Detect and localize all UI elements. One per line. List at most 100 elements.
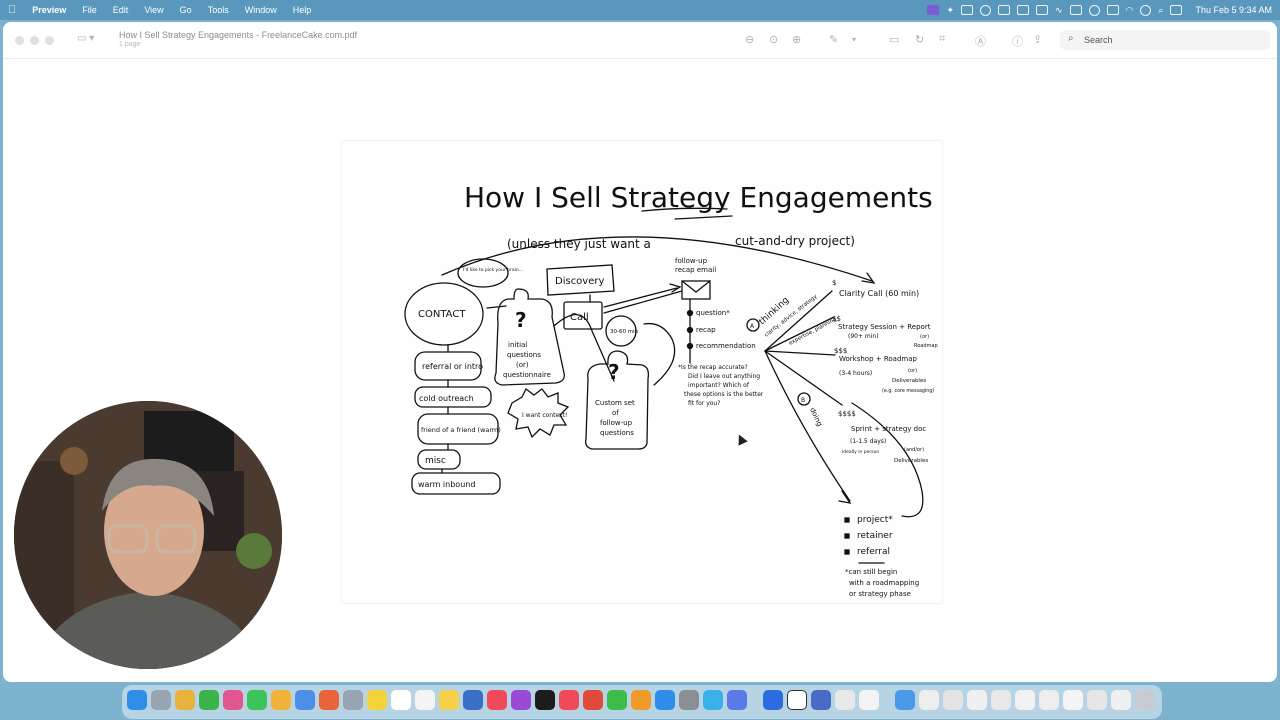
zoom-status-icon[interactable]	[961, 5, 973, 15]
highlight-icon[interactable]: ▭	[889, 33, 899, 46]
window-thumb-9[interactable]	[1111, 690, 1131, 710]
zoom-in-icon[interactable]: ⊕	[792, 33, 801, 46]
arrow-contact-initial	[486, 305, 507, 309]
crop-icon[interactable]: ⌗	[939, 33, 945, 46]
share-icon[interactable]: ⇪	[1033, 33, 1042, 46]
markup-chevron-icon[interactable]: ▾	[852, 35, 856, 44]
news-icon[interactable]	[559, 690, 579, 710]
camera-status-icon[interactable]	[980, 4, 991, 16]
window-thumb-7[interactable]	[1063, 690, 1083, 710]
markup-pen-icon[interactable]: ✎	[829, 33, 838, 46]
timeline-dot-2	[686, 326, 694, 334]
keyboard-status-icon[interactable]	[1069, 5, 1082, 15]
question-mark-1: ?	[515, 308, 527, 332]
zoom-button[interactable]	[45, 36, 54, 45]
app-icon-3[interactable]	[835, 690, 855, 710]
zoom-icon[interactable]	[763, 690, 783, 710]
app-icon[interactable]	[295, 690, 315, 710]
doc-subtitle-right: cut-and-dry project)	[735, 234, 855, 248]
sidebar-toggle-icon[interactable]: ▭ ▾	[77, 33, 103, 47]
app-store-icon[interactable]	[655, 690, 675, 710]
initial-line-2: questions	[507, 351, 541, 359]
trash-icon[interactable]	[1135, 690, 1155, 710]
menubar-clock[interactable]: Thu Feb 5 9:34 AM	[1195, 5, 1272, 15]
notes-icon[interactable]	[439, 690, 459, 710]
slack-icon[interactable]	[223, 690, 243, 710]
followup-line-2: recap email	[675, 266, 716, 274]
tv-icon[interactable]	[535, 690, 555, 710]
photos-icon[interactable]	[367, 690, 387, 710]
pages-icon[interactable]	[631, 690, 651, 710]
tes-icon[interactable]	[271, 690, 291, 710]
user-status-icon[interactable]	[1140, 4, 1152, 16]
maps-icon[interactable]	[319, 690, 339, 710]
envelope-flap	[681, 280, 711, 293]
downloads-folder-icon[interactable]	[895, 690, 915, 710]
apple-menu-icon[interactable]: 	[0, 4, 24, 16]
close-button[interactable]	[15, 36, 24, 45]
arrow-doing	[764, 350, 851, 502]
markup-toolbar-icon[interactable]: Ⓐ	[975, 33, 986, 49]
menu-window[interactable]: Window	[237, 5, 285, 15]
scribble-status-icon[interactable]: ∿	[1055, 5, 1063, 15]
reminders-icon[interactable]	[415, 690, 435, 710]
source-cold: cold outreach	[419, 394, 474, 403]
source-referral: referral or intro	[422, 362, 483, 371]
menu-edit[interactable]: Edit	[105, 5, 137, 15]
system-settings-icon[interactable]	[679, 690, 699, 710]
facetime-icon[interactable]	[247, 690, 267, 710]
screen-record-icon[interactable]	[927, 5, 940, 15]
wifi-icon[interactable]: ◠	[1126, 5, 1134, 15]
menu-view[interactable]: View	[136, 5, 171, 15]
chrome-icon[interactable]	[175, 690, 195, 710]
app-status-icon-3[interactable]	[1036, 5, 1048, 15]
footnote-2: with a roadmapping	[849, 579, 919, 587]
app-icon-2[interactable]	[811, 690, 831, 710]
menu-tools[interactable]: Tools	[200, 5, 237, 15]
app-menu[interactable]: Preview	[24, 5, 74, 15]
calendar-icon[interactable]	[391, 690, 411, 710]
window-thumb-3[interactable]	[967, 690, 987, 710]
window-thumb-2[interactable]	[943, 690, 963, 710]
bullet-3	[844, 549, 850, 555]
window-thumb-1[interactable]	[919, 690, 939, 710]
app-icon-4[interactable]	[859, 690, 879, 710]
contacts-icon[interactable]	[343, 690, 363, 710]
preview-icon[interactable]	[727, 690, 747, 710]
info-icon[interactable]: ⓘ	[1012, 33, 1023, 49]
keynote-icon[interactable]	[583, 690, 603, 710]
window-thumb-5[interactable]	[1015, 690, 1035, 710]
battery-icon[interactable]	[1106, 5, 1119, 15]
menu-go[interactable]: Go	[172, 5, 200, 15]
menu-file[interactable]: File	[74, 5, 105, 15]
arrow-workshop	[764, 350, 836, 356]
search-field[interactable]: ⌕ Search	[1060, 30, 1270, 50]
podcasts-icon[interactable]	[511, 690, 531, 710]
window-thumb-6[interactable]	[1039, 690, 1059, 710]
plant-pot	[60, 447, 88, 475]
notion-status-icon[interactable]	[1017, 5, 1029, 15]
control-center-icon[interactable]	[1170, 5, 1183, 15]
notion-icon[interactable]	[787, 690, 807, 710]
initial-line-4: questionnaire	[503, 371, 551, 379]
brain-bubble	[457, 258, 509, 288]
search-status-icon[interactable]: ⌕	[1158, 5, 1163, 15]
finder-icon[interactable]	[127, 690, 147, 710]
freeform-icon[interactable]	[463, 690, 483, 710]
app-status-icon-2[interactable]	[998, 5, 1010, 15]
launchpad-icon[interactable]	[151, 690, 171, 710]
zoom-out-icon[interactable]: ⊖	[745, 33, 754, 46]
play-status-icon[interactable]	[1088, 4, 1100, 16]
rotate-icon[interactable]: ↻	[915, 33, 924, 46]
messages-icon[interactable]	[199, 690, 219, 710]
numbers-icon[interactable]	[607, 690, 627, 710]
menu-help[interactable]: Help	[285, 5, 320, 15]
minimize-button[interactable]	[30, 36, 39, 45]
music-icon[interactable]	[487, 690, 507, 710]
window-thumb-8[interactable]	[1087, 690, 1107, 710]
app-status-icon[interactable]: ✦	[946, 5, 954, 15]
presenter-video	[14, 401, 282, 669]
zoom-fit-icon[interactable]: ⊙	[769, 33, 778, 46]
quicktime-icon[interactable]	[703, 690, 723, 710]
window-thumb-4[interactable]	[991, 690, 1011, 710]
